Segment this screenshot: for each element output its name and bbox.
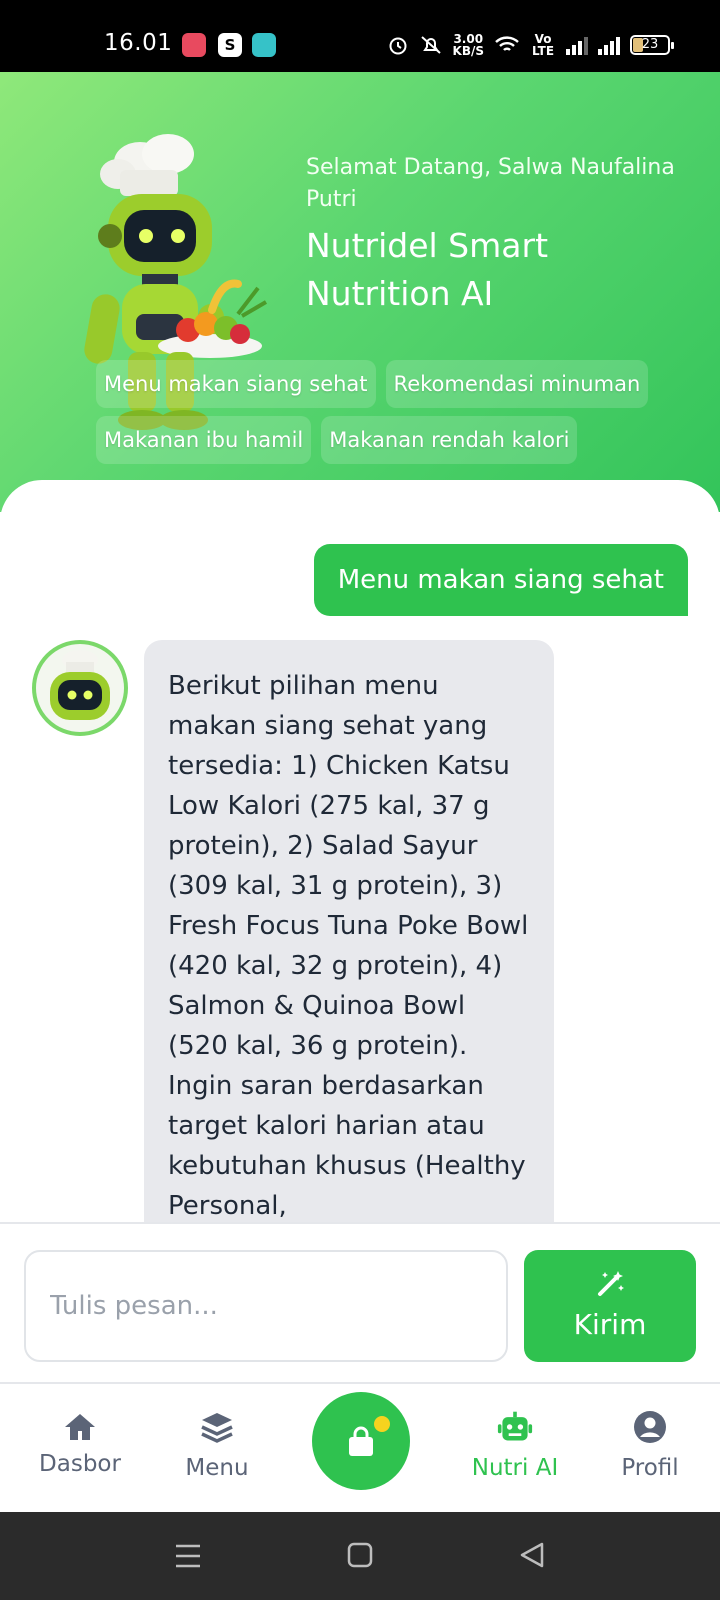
chip-menu-makan-siang-sehat[interactable]: Menu makan siang sehat bbox=[96, 360, 376, 408]
send-button[interactable]: Kirim bbox=[524, 1250, 696, 1362]
home-square-icon[interactable] bbox=[340, 1538, 380, 1574]
status-time: 16.01 bbox=[104, 30, 173, 56]
notification-app-icon bbox=[182, 33, 206, 57]
user-message-bubble: Menu makan siang sehat bbox=[313, 544, 688, 616]
cart-fab-button[interactable] bbox=[312, 1392, 410, 1490]
app-title: Nutridel Smart Nutrition AI bbox=[306, 226, 549, 313]
cart-badge-dot bbox=[374, 1416, 390, 1432]
network-speed: 3.00 KB/S bbox=[452, 32, 484, 58]
chip-rekomendasi-minuman[interactable]: Rekomendasi minuman bbox=[385, 360, 649, 408]
battery-icon: 23 bbox=[630, 35, 674, 55]
user-circle-icon bbox=[634, 1411, 666, 1443]
nav-label-nutri-ai: Nutri AI bbox=[471, 1455, 559, 1481]
status-indicators: 3.00 KB/S Vo LTE 23 bbox=[387, 30, 674, 60]
message-composer: Kirim bbox=[0, 1222, 720, 1384]
layers-icon bbox=[201, 1413, 233, 1443]
nav-item-dasbor[interactable]: Dasbor bbox=[15, 1384, 145, 1512]
home-icon bbox=[65, 1414, 95, 1440]
status-bar: 16.01 S 3.00 KB/S Vo LTE 23 bbox=[0, 0, 720, 72]
nav-label-menu: Menu bbox=[185, 1455, 249, 1481]
chip-makanan-ibu-hamil[interactable]: Makanan ibu hamil bbox=[96, 416, 312, 464]
system-navigation-bar bbox=[0, 1512, 720, 1600]
wifi-icon bbox=[495, 36, 519, 51]
chat-area[interactable]: Menu makan siang sehat Berikut pilihan m… bbox=[0, 480, 720, 1222]
volte-indicator: Vo LTE bbox=[531, 32, 555, 58]
nav-item-profil[interactable]: Profil bbox=[585, 1384, 715, 1512]
chip-makanan-rendah-kalori[interactable]: Makanan rendah kalori bbox=[321, 416, 578, 464]
robot-avatar-icon bbox=[50, 650, 110, 720]
bot-message-bubble: Berikut pilihan menu makan siang sehat y… bbox=[144, 640, 554, 1222]
recents-menu-icon[interactable] bbox=[168, 1538, 208, 1574]
signal-2-icon bbox=[598, 35, 620, 55]
welcome-text: Selamat Datang, Salwa Naufalina Putri bbox=[306, 155, 675, 212]
signal-icon bbox=[566, 35, 588, 55]
bottom-navigation: Dasbor Menu Nutri AI Profil bbox=[0, 1384, 720, 1512]
chat-app-icon bbox=[252, 33, 276, 57]
nav-item-nutri-ai[interactable]: Nutri AI bbox=[450, 1384, 580, 1512]
alarm-icon bbox=[389, 37, 407, 55]
hero-header: Selamat Datang, Salwa Naufalina Putri Nu… bbox=[0, 72, 720, 512]
message-input[interactable] bbox=[24, 1250, 508, 1362]
back-triangle-icon[interactable] bbox=[512, 1538, 552, 1574]
shopping-bag-icon bbox=[349, 1426, 373, 1456]
shop-app-icon: S bbox=[218, 33, 242, 57]
nav-label-dasbor: Dasbor bbox=[39, 1451, 121, 1477]
robot-icon bbox=[497, 1411, 533, 1441]
send-button-label: Kirim bbox=[573, 1308, 647, 1341]
suggestion-chips: Menu makan siang sehat Rekomendasi minum… bbox=[96, 360, 696, 464]
nav-item-menu[interactable]: Menu bbox=[152, 1384, 282, 1512]
nav-label-profil: Profil bbox=[621, 1455, 679, 1481]
magic-wand-icon bbox=[598, 1271, 624, 1296]
mute-icon bbox=[420, 36, 441, 54]
bot-avatar bbox=[32, 640, 128, 736]
